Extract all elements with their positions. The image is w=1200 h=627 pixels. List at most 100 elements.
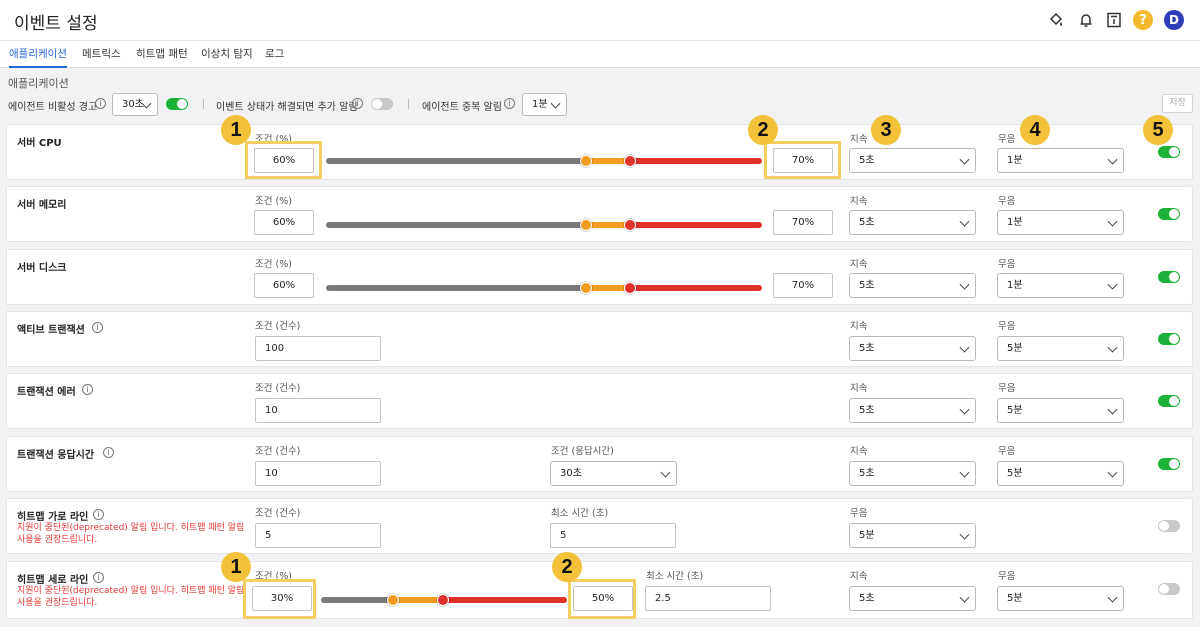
min-time-input[interactable]: 5 <box>550 523 676 548</box>
info-icon[interactable]: i <box>93 509 104 520</box>
row-title: 트랜잭션 응답시간 <box>17 450 95 461</box>
select-value: 5초 <box>859 343 875 354</box>
threshold-slider[interactable] <box>326 155 762 167</box>
mute-select[interactable]: 5분 <box>849 523 976 548</box>
select-value: 30초 <box>560 468 582 479</box>
callout-badge-3: 3 <box>871 115 901 145</box>
mute-label: 무음 <box>998 259 1016 270</box>
tab-anomaly-detection[interactable]: 이상치 탐지 <box>201 41 253 68</box>
inactive-warning-toggle[interactable] <box>166 98 188 110</box>
condition-low-input[interactable]: 60% <box>254 210 314 235</box>
slider-handle-high[interactable] <box>624 219 636 231</box>
duration-select[interactable]: 5초 <box>849 273 976 298</box>
tab-metrics[interactable]: 메트릭스 <box>82 41 121 68</box>
enable-toggle[interactable] <box>1158 458 1180 470</box>
enable-toggle[interactable] <box>1158 395 1180 407</box>
info-icon[interactable]: i <box>504 98 515 109</box>
select-value: 5분 <box>1007 343 1023 354</box>
resolved-alert-toggle[interactable] <box>371 98 393 110</box>
enable-toggle[interactable] <box>1158 520 1180 532</box>
min-time-input[interactable]: 2.5 <box>645 586 771 611</box>
info-icon[interactable]: i <box>103 447 114 458</box>
callout-badge-5: 5 <box>1143 115 1173 145</box>
enable-toggle[interactable] <box>1158 208 1180 220</box>
select-value: 5분 <box>1007 405 1023 416</box>
slider-handle-low[interactable] <box>580 282 592 294</box>
paint-bucket-icon[interactable] <box>1046 10 1066 30</box>
tab-log[interactable]: 로그 <box>265 41 284 68</box>
callout-badge-1: 1 <box>221 552 251 582</box>
chevron-down-icon <box>959 342 970 353</box>
condition-count-input[interactable]: 100 <box>255 336 381 361</box>
duration-label: 지속 <box>850 571 868 582</box>
avatar[interactable]: D <box>1164 10 1184 30</box>
mute-label: 무음 <box>998 383 1016 394</box>
highlight-box <box>245 141 322 179</box>
slider-handle-high[interactable] <box>437 594 449 606</box>
response-time-select[interactable]: 30초 <box>550 461 677 486</box>
threshold-slider[interactable] <box>321 594 567 606</box>
mute-label: 무음 <box>998 446 1016 457</box>
duration-select[interactable]: 5초 <box>849 461 976 486</box>
condition-count-input[interactable]: 10 <box>255 461 381 486</box>
bell-icon[interactable] <box>1076 10 1096 30</box>
tab-heatmap-pattern[interactable]: 히트맵 패턴 <box>136 41 188 68</box>
info-icon[interactable]: i <box>82 384 93 395</box>
help-icon[interactable]: ? <box>1133 10 1153 30</box>
enable-toggle[interactable] <box>1158 271 1180 283</box>
alert-row-transaction-response-time: 트랜잭션 응답시간 i 조건 (건수) 10 조건 (응답시간) 30초 지속 … <box>6 436 1193 492</box>
mute-select[interactable]: 5분 <box>997 336 1124 361</box>
slider-handle-high[interactable] <box>624 155 636 167</box>
duration-select[interactable]: 5초 <box>849 398 976 423</box>
duration-select[interactable]: 5초 <box>849 336 976 361</box>
duration-label: 지속 <box>850 383 868 394</box>
tab-application[interactable]: 애플리케이션 <box>9 41 67 68</box>
condition-count-input[interactable]: 5 <box>255 523 381 548</box>
duration-select[interactable]: 5초 <box>849 148 976 173</box>
select-value: 1분 <box>1007 280 1023 291</box>
response-condition-label: 조건 (응답시간) <box>551 446 614 457</box>
mute-label: 무음 <box>998 134 1016 145</box>
condition-label: 조건 (%) <box>255 196 292 207</box>
threshold-slider[interactable] <box>326 219 762 231</box>
enable-toggle[interactable] <box>1158 583 1180 595</box>
row-title: 액티브 트랜잭션 <box>17 325 85 336</box>
callout-badge-1: 1 <box>221 115 251 145</box>
duplicate-alert-label: 에이전트 중복 알림 <box>422 102 502 113</box>
condition-count-input[interactable]: 10 <box>255 398 381 423</box>
slider-handle-low[interactable] <box>580 155 592 167</box>
duration-select[interactable]: 5초 <box>849 586 976 611</box>
document-icon[interactable] <box>1104 10 1124 30</box>
enable-toggle[interactable] <box>1158 146 1180 158</box>
condition-high-input[interactable]: 70% <box>773 210 833 235</box>
chevron-down-icon <box>959 279 970 290</box>
info-icon[interactable]: i <box>93 572 104 583</box>
select-value: 5초 <box>859 405 875 416</box>
slider-handle-high[interactable] <box>624 282 636 294</box>
mute-select[interactable]: 1분 <box>997 273 1124 298</box>
mute-select[interactable]: 1분 <box>997 148 1124 173</box>
enable-toggle[interactable] <box>1158 333 1180 345</box>
slider-handle-low[interactable] <box>387 594 399 606</box>
duration-select[interactable]: 5초 <box>849 210 976 235</box>
condition-high-input[interactable]: 70% <box>773 273 833 298</box>
info-icon[interactable]: i <box>352 98 363 109</box>
info-icon[interactable]: i <box>95 98 106 109</box>
inactive-warning-select[interactable]: 30초 <box>112 93 158 116</box>
duration-label: 지속 <box>850 259 868 270</box>
save-button[interactable]: 저장 <box>1162 94 1193 113</box>
alert-row-heatmap-horizontal-line: 히트맵 가로 라인 i 지원이 중단된(deprecated) 알림 입니다. … <box>6 498 1193 554</box>
threshold-slider[interactable] <box>326 282 762 294</box>
condition-low-input[interactable]: 60% <box>254 273 314 298</box>
mute-select[interactable]: 5분 <box>997 461 1124 486</box>
mute-select[interactable]: 1분 <box>997 210 1124 235</box>
mute-select[interactable]: 5분 <box>997 398 1124 423</box>
chevron-down-icon <box>959 467 970 478</box>
mute-select[interactable]: 5분 <box>997 586 1124 611</box>
select-value: 5초 <box>859 155 875 166</box>
info-icon[interactable]: i <box>92 322 103 333</box>
duplicate-alert-select[interactable]: 1분 <box>522 93 567 116</box>
slider-handle-low[interactable] <box>580 219 592 231</box>
alert-row-server-disk: 서버 디스크 조건 (%) 60% 70% 지속 5초 무음 1분 <box>6 249 1193 305</box>
callout-badge-2: 2 <box>552 552 582 582</box>
